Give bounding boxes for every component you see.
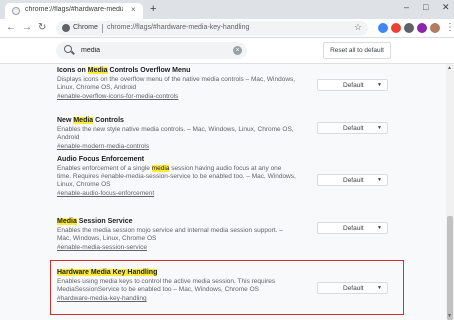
chrome-page-icon (62, 24, 70, 32)
flag-title-text: Session Service (76, 218, 133, 225)
flag-title-text: Controls Overflow Menu (107, 67, 191, 74)
reset-all-button[interactable]: Reset all to default (323, 42, 391, 59)
forward-button[interactable]: → (22, 22, 32, 34)
back-button[interactable]: ← (6, 22, 16, 34)
tab-close-icon[interactable]: × (131, 5, 136, 14)
flag-state-select[interactable]: Default ▼ (317, 122, 388, 134)
flag-title-match: Media (57, 218, 77, 225)
flag-description: Enables the new style native media contr… (57, 126, 297, 142)
minimize-button[interactable]: – (404, 2, 409, 12)
extension-icon[interactable] (417, 23, 427, 33)
url-text[interactable]: chrome://flags/#hardware-media-key-handl… (107, 24, 249, 31)
flag-description-text: Displays icons on the overflow menu of t… (57, 76, 296, 91)
tab-strip: chrome://flags/#hardware-media-k × + – □… (0, 0, 454, 19)
flag-anchor-link[interactable]: #enable-modern-media-controls (57, 143, 387, 151)
flag-title-text: Icons on (57, 67, 88, 74)
new-tab-button[interactable]: + (150, 3, 156, 15)
search-icon (64, 45, 72, 53)
select-value: Default (343, 125, 364, 132)
scrollbar[interactable]: ▲ ▼ (446, 64, 454, 320)
flag-anchor-link[interactable]: #enable-media-session-service (57, 244, 387, 252)
flag-description: Enables the media session mojo service a… (57, 227, 297, 243)
select-value: Default (343, 177, 364, 184)
flag-title-text: Audio Focus Enforcement (57, 156, 145, 163)
flag-item: New Media Controls Enables the new style … (57, 116, 388, 151)
extension-icon[interactable] (404, 23, 414, 33)
reload-button[interactable]: ↻ (38, 22, 46, 34)
scroll-thumb[interactable] (447, 216, 453, 320)
flag-state-select[interactable]: Default ▼ (317, 79, 388, 91)
flag-item: Icons on Media Controls Overflow Menu Dis… (57, 66, 388, 101)
address-bar[interactable]: Chrome chrome://flags/#hardware-media-ke… (56, 21, 368, 36)
flag-description-text: Enables enforcement of a single (57, 165, 152, 172)
close-window-button[interactable]: ✕ (442, 2, 450, 13)
dropdown-arrow-icon: ▼ (377, 82, 382, 88)
highlight-outline (50, 260, 404, 315)
page-chip-label: Chrome (73, 24, 98, 31)
flag-title: Audio Focus Enforcement (57, 155, 387, 164)
tab-title: chrome://flags/#hardware-media-k (25, 6, 123, 13)
flag-description: Enables enforcement of a single media se… (57, 165, 297, 189)
extension-icon[interactable] (378, 23, 388, 33)
scroll-up-arrow[interactable]: ▲ (447, 65, 452, 71)
flag-anchor-link[interactable]: #enable-audio-focus-enforcement (57, 190, 387, 198)
flags-list: Icons on Media Controls Overflow Menu Dis… (0, 64, 446, 320)
flag-description: Displays icons on the overflow menu of t… (57, 76, 297, 92)
flag-title-text: New (57, 117, 74, 124)
flag-state-select[interactable]: Default ▼ (317, 222, 388, 234)
dropdown-arrow-icon: ▼ (377, 177, 382, 183)
maximize-button[interactable]: □ (423, 2, 428, 12)
flags-header: × Reset all to default (0, 38, 454, 64)
flag-item: Audio Focus Enforcement Enables enforceme… (57, 155, 388, 198)
flag-state-select[interactable]: Default ▼ (317, 174, 388, 186)
select-value: Default (343, 225, 364, 232)
chrome-menu-button[interactable]: ⋮ (445, 22, 454, 34)
bookmark-star-icon[interactable]: ☆ (354, 22, 362, 33)
clear-search-icon[interactable]: × (233, 46, 242, 55)
scroll-down-arrow[interactable]: ▼ (447, 313, 452, 319)
search-box[interactable]: × (56, 42, 247, 59)
chip-divider (102, 24, 103, 33)
flag-description-text: Enables the media session mojo service a… (57, 227, 283, 242)
extension-icon[interactable] (391, 23, 401, 33)
flag-description-text: Enables the new style native media contr… (57, 126, 294, 141)
active-tab[interactable]: chrome://flags/#hardware-media-k × (5, 3, 143, 19)
dropdown-arrow-icon: ▼ (377, 225, 382, 231)
flag-description-match: media (151, 165, 170, 172)
flag-title-text: Controls (93, 117, 124, 124)
flag-title-match: Media (73, 117, 94, 124)
flag-title: Icons on Media Controls Overflow Menu (57, 66, 387, 75)
select-value: Default (343, 82, 364, 89)
flag-item: Media Session Service Enables the media s… (57, 217, 388, 252)
extension-icon[interactable] (430, 23, 440, 33)
flags-favicon-icon (12, 7, 20, 15)
flag-anchor-link[interactable]: #enable-overflow-icons-for-media-control… (57, 93, 387, 101)
dropdown-arrow-icon: ▼ (377, 125, 382, 131)
flag-title-match: Media (87, 67, 108, 74)
search-input[interactable] (81, 44, 226, 57)
